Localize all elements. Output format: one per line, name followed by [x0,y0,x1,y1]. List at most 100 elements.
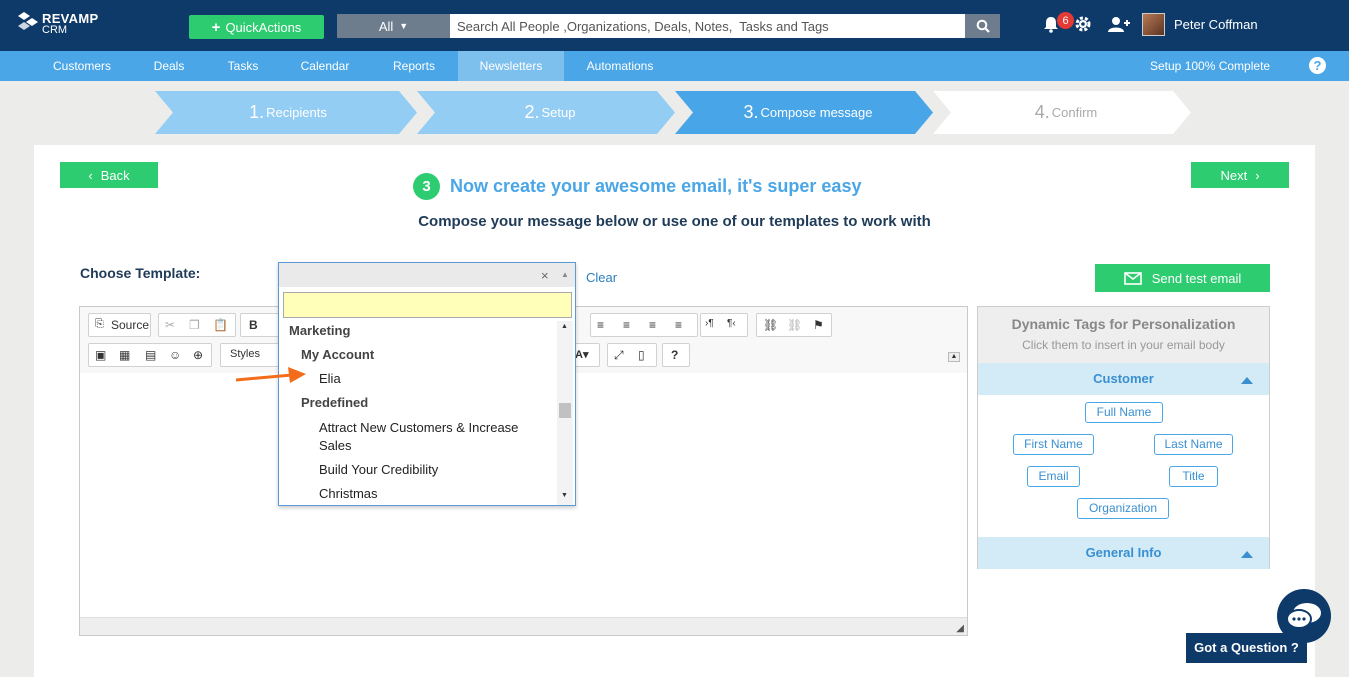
nav-reports[interactable]: Reports [380,51,448,81]
maximize-icon[interactable]: ⤢ [614,348,624,363]
template-select-box[interactable]: × ▲ [279,263,575,287]
customer-section-toggle[interactable]: Customer [978,363,1269,395]
cut-icon[interactable]: ✂ [165,318,175,332]
image-icon[interactable]: ▣ [95,348,106,362]
tag-first-name[interactable]: First Name [1013,434,1094,455]
got-a-question-button[interactable]: Got a Question ? [1186,633,1307,663]
search-icon [976,19,990,33]
step-4-number: 4. [1034,102,1050,122]
template-dropdown[interactable]: × ▲ Marketing My Account Elia Predefined… [278,262,576,506]
scroll-up-icon[interactable]: ▲ [561,323,568,330]
tag-organization[interactable]: Organization [1077,498,1169,519]
nav-newsletters[interactable]: Newsletters [458,51,564,81]
setup-status[interactable]: Setup 100% Complete [1150,51,1270,81]
add-user-button[interactable] [1108,16,1130,37]
collapse-up-icon [1241,551,1253,558]
caret-up-icon[interactable]: ▲ [561,270,569,279]
search-filter-select[interactable]: All ▼ [337,14,450,38]
styles-select[interactable]: Styles [220,343,280,367]
align-center-icon[interactable]: ≡ [623,318,630,332]
rtl-icon[interactable]: ¶‹ [727,318,736,329]
dynamic-tags-title: Dynamic Tags for Personalization [1011,316,1236,332]
clear-template-link[interactable]: Clear [586,270,617,285]
link-group: ⛓ ⛓ ⚑ [756,313,832,337]
option-group-my-account: My Account [301,347,375,362]
dynamic-tags-panel: Dynamic Tags for Personalization Click t… [977,306,1270,569]
styles-label: Styles [230,348,260,360]
option-build-your-credibility[interactable]: Build Your Credibility [319,461,438,479]
nav-deals[interactable]: Deals [141,51,197,81]
step-compose-message[interactable]: 3. Compose message [693,91,923,134]
user-name[interactable]: Peter Coffman [1174,17,1258,32]
link-icon[interactable]: ⛓ [763,318,778,332]
align-justify-icon[interactable]: ≡ [675,318,682,332]
gear-icon [1075,16,1091,32]
send-test-email-button[interactable]: Send test email [1095,264,1270,292]
collapse-toolbar-icon[interactable]: ▲ [948,352,960,362]
option-christmas[interactable]: Christmas [319,485,378,503]
paste-icon[interactable]: 📋 [213,318,228,332]
template-search-input[interactable] [283,292,572,318]
align-group: ≡ ≡ ≡ ≡ [590,313,698,337]
option-elia[interactable]: Elia [319,370,341,388]
nav-customers[interactable]: Customers [40,51,124,81]
step-recipients[interactable]: 1. Recipients [173,91,403,134]
align-left-icon[interactable]: ≡ [597,318,604,332]
clear-selection-icon[interactable]: × [541,268,549,283]
step-confirm[interactable]: 4. Confirm [951,91,1181,134]
ltr-icon[interactable]: ›¶ [705,318,714,329]
option-group-predefined: Predefined [301,395,369,410]
global-search-input[interactable] [450,14,965,38]
scroll-thumb[interactable] [559,403,571,418]
align-right-icon[interactable]: ≡ [649,318,656,332]
chevron-left-icon: ‹ [88,167,93,183]
bold-button[interactable]: B [249,318,258,332]
source-label: Source [111,318,150,332]
nav-automations[interactable]: Automations [576,51,664,81]
nav-tasks[interactable]: Tasks [216,51,270,81]
next-label: Next [1220,167,1248,183]
format-group: B [240,313,280,337]
main-nav: Customers Deals Tasks Calendar Reports N… [0,51,1349,81]
quick-actions-button[interactable]: + QuickActions [189,15,324,39]
choose-template-label: Choose Template: [80,265,201,281]
horizontal-line-icon[interactable]: ▤ [145,348,156,362]
user-avatar[interactable] [1142,13,1165,36]
options-scrollbar[interactable]: ▲ ▼ [557,321,573,505]
general-info-section-toggle[interactable]: General Info [978,537,1269,569]
tag-full-name[interactable]: Full Name [1085,402,1163,423]
back-label: Back [100,167,130,183]
page-title: Now create your awesome email, it's supe… [450,176,862,196]
table-icon[interactable]: ▦ [119,348,130,362]
source-button[interactable]: ⎘ Source [88,313,151,337]
view-group: ⤢ ▯ [607,343,657,367]
settings-button[interactable] [1074,15,1092,38]
next-button[interactable]: Next › [1191,162,1289,188]
step-2-label: Setup [541,105,576,120]
step-number-badge: 3 [413,173,440,200]
tag-email[interactable]: Email [1027,466,1080,487]
flag-icon[interactable]: ⚑ [813,318,824,332]
notification-count-badge: 6 [1057,12,1074,29]
option-attract-new-customers-cont[interactable]: Sales [319,437,352,455]
editor-help-button[interactable]: ? [662,343,690,367]
send-test-label: Send test email [1151,270,1242,286]
smiley-icon[interactable]: ☺ [169,348,181,362]
back-button[interactable]: ‹ Back [60,162,158,188]
step-setup[interactable]: 2. Setup [435,91,665,134]
chevron-right-icon: › [1255,167,1260,183]
revamp-crm-logo[interactable]: REVAMP CRM [16,10,106,40]
help-icon[interactable]: ? [1309,57,1326,74]
unlink-icon[interactable]: ⛓ [787,318,802,332]
nav-calendar[interactable]: Calendar [290,51,360,81]
tag-title[interactable]: Title [1169,466,1218,487]
scroll-down-icon[interactable]: ▼ [561,492,568,499]
tag-last-name[interactable]: Last Name [1154,434,1233,455]
step-4-label: Confirm [1051,105,1098,120]
resize-handle-icon[interactable]: ◢ [956,623,964,634]
option-attract-new-customers[interactable]: Attract New Customers & Increase [319,419,518,437]
show-blocks-icon[interactable]: ▯ [638,348,645,362]
search-button[interactable] [965,14,1000,38]
copy-icon[interactable]: ❐ [189,318,200,332]
globe-icon[interactable]: ⊕ [193,348,203,362]
